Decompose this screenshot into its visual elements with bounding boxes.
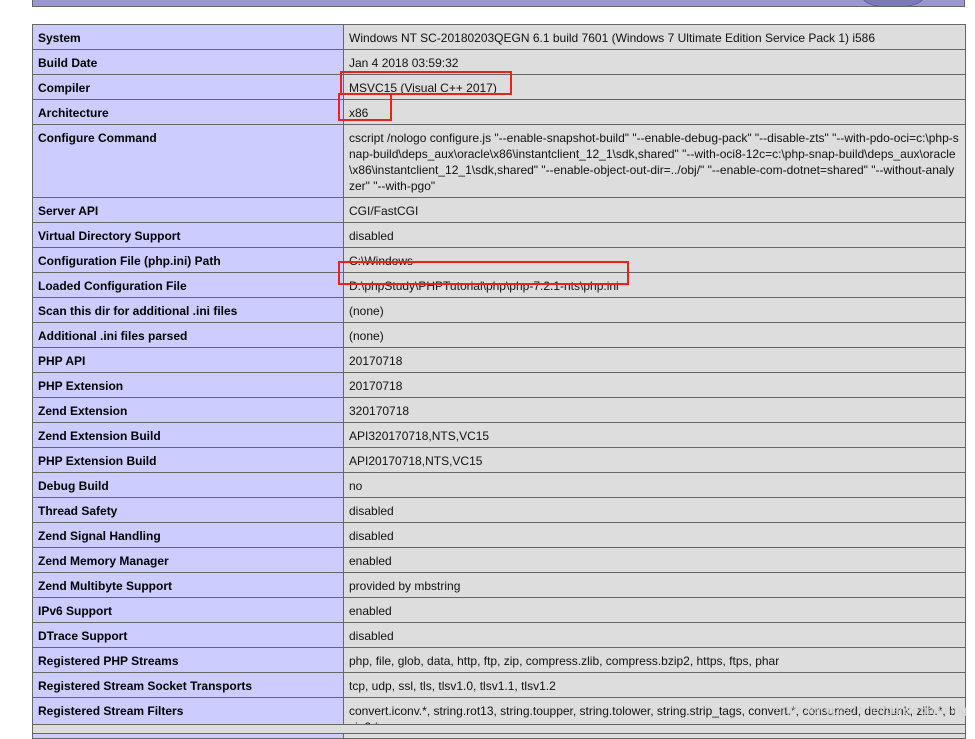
row-label: Zend Signal Handling <box>32 522 344 548</box>
row-label: Registered PHP Streams <box>32 647 344 673</box>
row-label: Debug Build <box>32 472 344 498</box>
row-label: Loaded Configuration File <box>32 272 344 298</box>
row-label: PHP Extension <box>32 372 344 398</box>
row-value: disabled <box>343 497 966 523</box>
row-value: tcp, udp, ssl, tls, tlsv1.0, tlsv1.1, tl… <box>343 672 966 698</box>
row-value: (none) <box>343 297 966 323</box>
table-row: Build Date Jan 4 2018 03:59:32 <box>32 49 966 75</box>
table-row: Zend Multibyte Support provided by mbstri… <box>32 572 966 598</box>
row-value: disabled <box>343 622 966 648</box>
table-row: Registered PHP Streams php, file, glob, d… <box>32 647 966 673</box>
table-row: Zend Signal Handling disabled <box>32 522 966 548</box>
row-value: 20170718 <box>343 347 966 373</box>
table-row: PHP Extension Build API20170718,NTS,VC15 <box>32 447 966 473</box>
phpinfo-header-bar <box>32 0 965 7</box>
row-label: DTrace Support <box>32 622 344 648</box>
row-label: Zend Extension Build <box>32 422 344 448</box>
row-value: Windows NT SC-20180203QEGN 6.1 build 760… <box>343 24 966 50</box>
row-value: provided by mbstring <box>343 572 966 598</box>
row-value: enabled <box>343 547 966 573</box>
row-value: cscript /nologo configure.js "--enable-s… <box>343 124 966 198</box>
row-label: System <box>32 24 344 50</box>
info-table-body: System Windows NT SC-20180203QEGN 6.1 bui… <box>32 24 966 739</box>
row-label: Zend Extension <box>32 397 344 423</box>
table-row: Configure Command cscript /nologo configu… <box>32 124 966 198</box>
row-label: Scan this dir for additional .ini files <box>32 297 344 323</box>
row-label: Zend Memory Manager <box>32 547 344 573</box>
table-row: PHP Extension 20170718 <box>32 372 966 398</box>
row-value: API320170718,NTS,VC15 <box>343 422 966 448</box>
row-label: PHP API <box>32 347 344 373</box>
table-row: Registered Stream Socket Transports tcp, … <box>32 672 966 698</box>
table-row: Server API CGI/FastCGI <box>32 197 966 223</box>
row-label: Registered Stream Socket Transports <box>32 672 344 698</box>
table-row: Configuration File (php.ini) Path C:\Wind… <box>32 247 966 273</box>
row-label: Configure Command <box>32 124 344 198</box>
table-row: Debug Build no <box>32 472 966 498</box>
table-row: Scan this dir for additional .ini files(… <box>32 297 966 323</box>
table-row: Loaded Configuration File D:\phpStudy\PHP… <box>32 272 966 298</box>
table-row: Zend Extension Build API320170718,NTS,VC1… <box>32 422 966 448</box>
row-value: x86 <box>343 99 966 125</box>
table-row: Virtual Directory Support disabled <box>32 222 966 248</box>
table-row: Architecture x86 <box>32 99 966 125</box>
row-label: Zend Multibyte Support <box>32 572 344 598</box>
row-value: CGI/FastCGI <box>343 197 966 223</box>
watermark-text: https://blog.csdn.net/dancexiaoming <box>775 703 967 717</box>
table-row: Compiler MSVC15 (Visual C++ 2017) <box>32 74 966 100</box>
table-row: System Windows NT SC-20180203QEGN 6.1 bui… <box>32 24 966 50</box>
row-value: API20170718,NTS,VC15 <box>343 447 966 473</box>
row-value: disabled <box>343 522 966 548</box>
row-label: Compiler <box>32 74 344 100</box>
row-value: no <box>343 472 966 498</box>
row-value: 320170718 <box>343 397 966 423</box>
row-value: php, file, glob, data, http, ftp, zip, c… <box>343 647 966 673</box>
row-label: Thread Safety <box>32 497 344 523</box>
row-value: disabled <box>343 222 966 248</box>
php-logo <box>862 0 924 6</box>
table-row: IPv6 Support enabled <box>32 597 966 623</box>
row-value: 20170718 <box>343 372 966 398</box>
next-section-table <box>32 724 966 734</box>
row-label: Virtual Directory Support <box>32 222 344 248</box>
row-label: Server API <box>32 197 344 223</box>
table-row: Zend Extension 320170718 <box>32 397 966 423</box>
row-label: Configuration File (php.ini) Path <box>32 247 344 273</box>
row-value: (none) <box>343 322 966 348</box>
row-value: MSVC15 (Visual C++ 2017) <box>343 74 966 100</box>
row-label: Architecture <box>32 99 344 125</box>
table-row: Additional .ini files parsed (none) <box>32 322 966 348</box>
row-label: PHP Extension Build <box>32 447 344 473</box>
table-row: Thread Safety disabled <box>32 497 966 523</box>
row-value: C:\Windows <box>343 247 966 273</box>
table-row: DTrace Support disabled <box>32 622 966 648</box>
row-label: IPv6 Support <box>32 597 344 623</box>
php-info-table: System Windows NT SC-20180203QEGN 6.1 bui… <box>32 24 966 739</box>
row-label: Additional .ini files parsed <box>32 322 344 348</box>
row-value: enabled <box>343 597 966 623</box>
row-label: Build Date <box>32 49 344 75</box>
row-value: D:\phpStudy\PHPTutorial\php\php-7.2.1-nt… <box>343 272 966 298</box>
table-row: Zend Memory Manager enabled <box>32 547 966 573</box>
table-row: PHP API 20170718 <box>32 347 966 373</box>
row-value: Jan 4 2018 03:59:32 <box>343 49 966 75</box>
